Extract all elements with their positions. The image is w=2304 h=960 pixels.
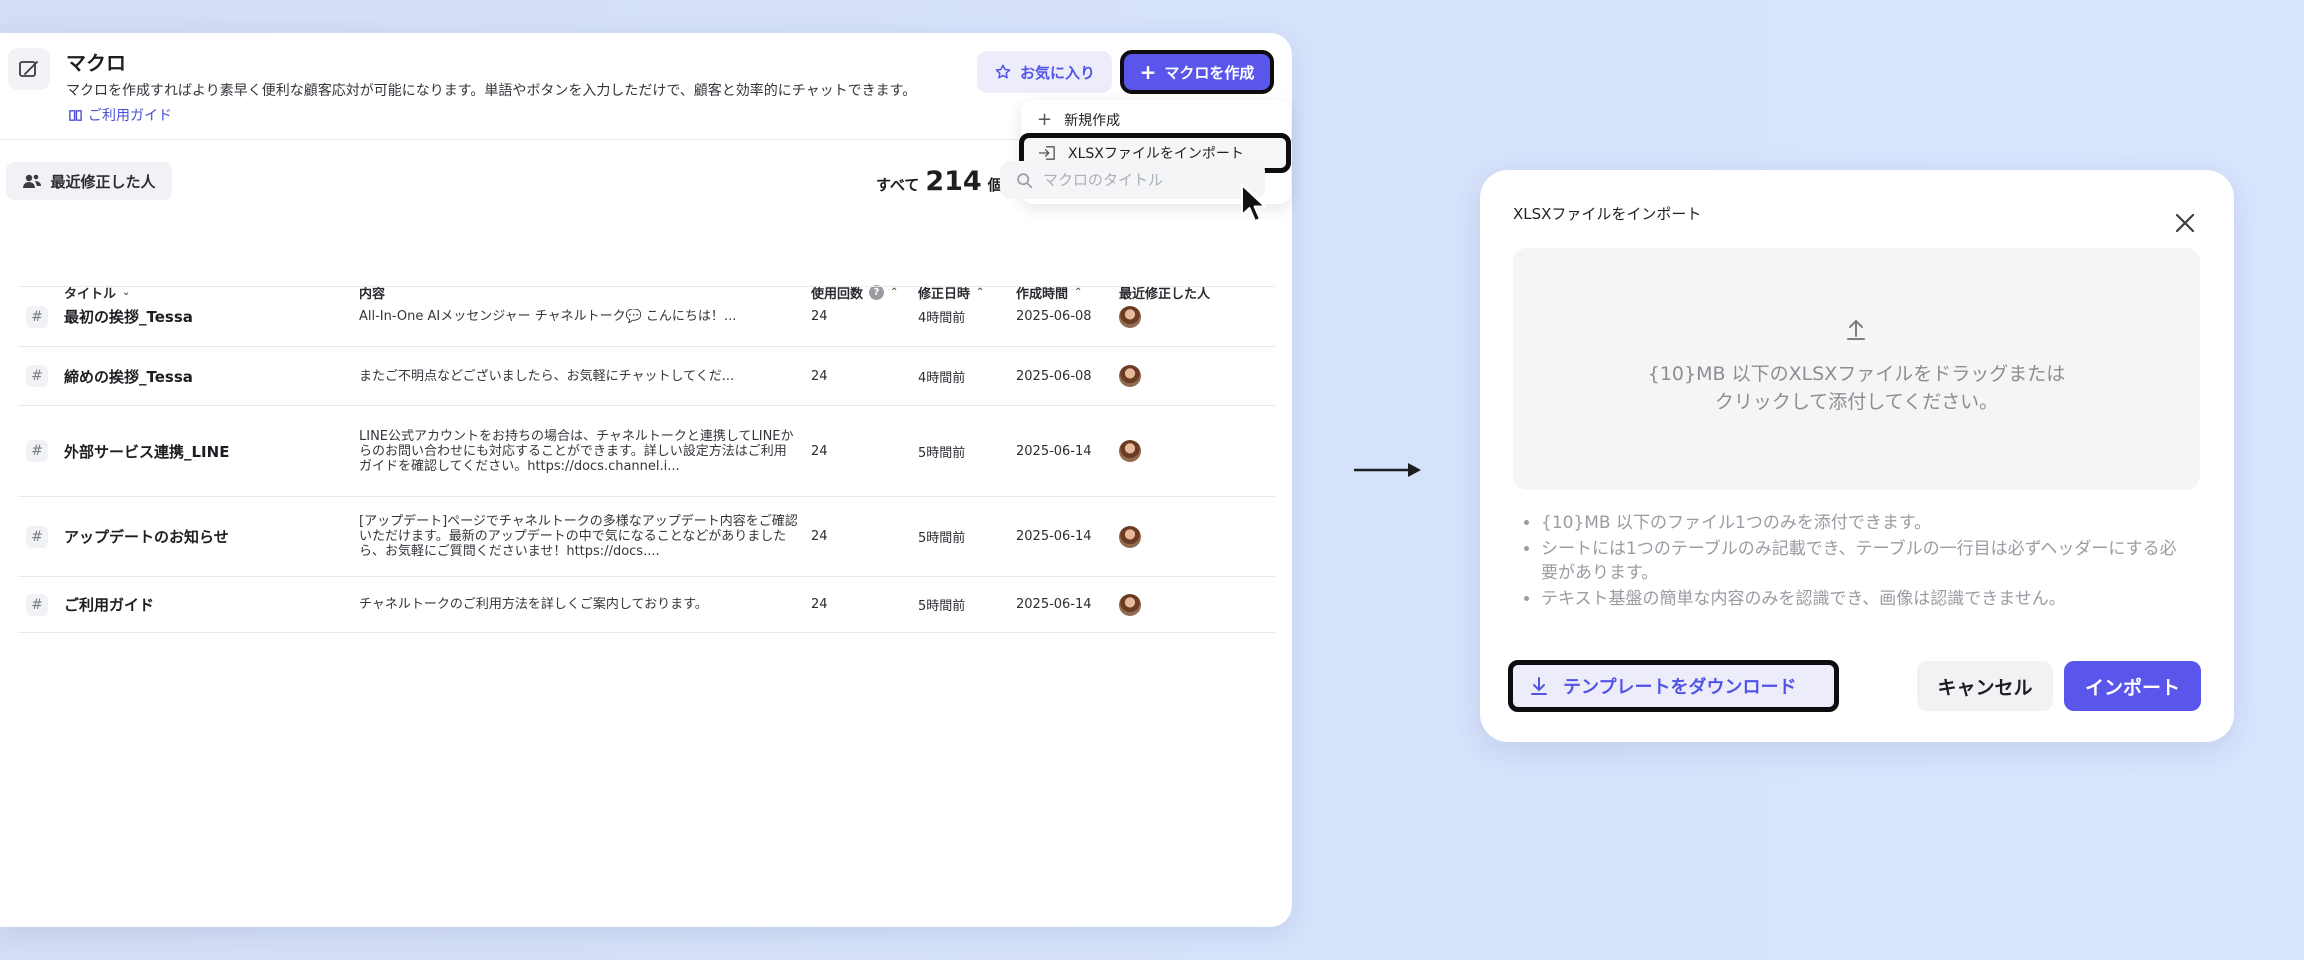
import-button[interactable]: インポート xyxy=(2064,661,2201,711)
macro-uses: 24 xyxy=(811,597,828,612)
macro-icon xyxy=(8,48,50,90)
hash-icon: # xyxy=(26,593,48,616)
menu-item-import-label: XLSXファイルをインポート xyxy=(1068,146,1244,162)
table-row[interactable]: # 締めの挨拶_Tessa またご不明点などございましたら、お気軽にチャットして… xyxy=(0,347,1292,405)
star-icon xyxy=(995,64,1011,79)
page-title: マクロ xyxy=(66,51,126,75)
macro-content-text: またご不明点などございましたら、お気軽にチャットしてくだ... xyxy=(359,368,735,384)
macro-modified: 4時間前 xyxy=(918,370,966,386)
macro-content-text: チャネルトークのご利用方法を詳しくご案内しております。 xyxy=(359,597,708,612)
count-value: 214 xyxy=(925,166,982,197)
table-row[interactable]: # 外部サービス連携_LINE LINE公式アカウントをお持ちの場合は、チャネル… xyxy=(0,406,1292,496)
guide-link[interactable]: ご利用ガイド xyxy=(68,105,172,125)
hash-icon: # xyxy=(26,365,48,387)
macro-uses: 24 xyxy=(811,309,828,324)
hash-icon: # xyxy=(26,525,48,548)
hash-icon: # xyxy=(26,305,48,328)
dialog-title: XLSXファイルをインポート xyxy=(1513,205,1702,223)
macro-content: チャネルトークのご利用方法を詳しくご案内しております。 xyxy=(359,577,799,632)
macro-created: 2025-06-14 xyxy=(1016,597,1092,612)
avatar xyxy=(1119,440,1141,462)
macro-content-text: LINE公式アカウントをお持ちの場合は、チャネルトークと連携してLINEからのお… xyxy=(359,428,794,474)
macro-created: 2025-06-14 xyxy=(1016,443,1092,459)
download-icon xyxy=(1531,677,1547,695)
macro-modified: 4時間前 xyxy=(918,311,966,326)
book-icon xyxy=(69,109,82,121)
note-item: テキスト基盤の簡単な内容のみを認識でき、画像は認識できません。 xyxy=(1541,587,2191,611)
macro-title: アップデートのお知らせ xyxy=(64,528,229,546)
page-description: マクロを作成すればより素早く便利な顧客応対が可能になります。単語やボタンを入力し… xyxy=(66,83,917,99)
macro-title: 締めの挨拶_Tessa xyxy=(64,367,193,386)
macro-content-text: All-In-One AIメッセンジャー チャネルトーク💬 こんにちは！... xyxy=(359,309,737,324)
plus-icon: + xyxy=(1139,60,1157,84)
import-icon xyxy=(1039,146,1055,160)
note-item: シートには1つのテーブルのみ記載でき、テーブルの一行目は必ずヘッダーにする必要が… xyxy=(1541,537,2191,585)
cancel-button[interactable]: キャンセル xyxy=(1917,661,2053,711)
note-item: {10}MB 以下のファイル1つのみを添付できます。 xyxy=(1541,511,2191,535)
favorite-button[interactable]: お気に入り xyxy=(977,51,1112,93)
guide-link-label: ご利用ガイド xyxy=(88,108,172,124)
table-row[interactable]: # ご利用ガイド チャネルトークのご利用方法を詳しくご案内しております。 24 … xyxy=(0,577,1292,632)
macro-title: ご利用ガイド xyxy=(64,596,155,614)
macro-count: すべて 214 個 xyxy=(876,166,1003,197)
recent-filter-label: 最近修正した人 xyxy=(50,172,156,191)
macro-created: 2025-06-08 xyxy=(1016,309,1092,324)
macro-content-text: [アップデート]ページでチャネルトークの多様なアップデート内容をご確認いただけま… xyxy=(359,514,798,559)
macro-panel: マクロ マクロを作成すればより素早く便利な顧客応対が可能になります。単語やボタン… xyxy=(0,33,1292,927)
macro-content: またご不明点などございましたら、お気軽にチャットしてくだ... xyxy=(359,347,799,405)
mouse-cursor-icon xyxy=(1241,184,1266,222)
users-icon xyxy=(23,174,42,188)
row-divider xyxy=(18,632,1275,633)
favorite-label: お気に入り xyxy=(1019,63,1095,82)
dropzone-text: {10}MB 以下のXLSXファイルをドラッグまたは クリックして添付してくださ… xyxy=(1647,363,2066,413)
avatar xyxy=(1119,525,1141,548)
count-prefix: すべて xyxy=(876,176,920,194)
macro-created: 2025-06-14 xyxy=(1016,529,1092,544)
macro-search xyxy=(1000,161,1265,199)
import-notes: {10}MB 以下のファイル1つのみを添付できます。 シートには1つのテーブルの… xyxy=(1541,511,2191,613)
macro-title: 最初の挨拶_Tessa xyxy=(64,308,193,326)
macro-uses: 24 xyxy=(811,529,828,544)
import-dialog: XLSXファイルをインポート {10}MB 以下のXLSXファイルをドラッグまた… xyxy=(1480,170,2234,742)
plus-icon: + xyxy=(1037,109,1053,130)
macro-modified: 5時間前 xyxy=(918,531,966,546)
download-template-label: テンプレートをダウンロード xyxy=(1563,677,1797,698)
table-row[interactable]: # 最初の挨拶_Tessa All-In-One AIメッセンジャー チャネルト… xyxy=(0,287,1292,346)
avatar xyxy=(1119,593,1141,616)
macro-uses: 24 xyxy=(811,368,828,384)
create-macro-label: マクロを作成 xyxy=(1164,63,1255,82)
macro-content: [アップデート]ページでチャネルトークの多様なアップデート内容をご確認いただけま… xyxy=(359,497,799,576)
macro-content: LINE公式アカウントをお持ちの場合は、チャネルトークと連携してLINEからのお… xyxy=(359,406,799,496)
search-input[interactable] xyxy=(1043,171,1243,189)
download-template-highlight: テンプレートをダウンロード xyxy=(1508,660,1839,712)
menu-item-new[interactable]: + 新規作成 xyxy=(1037,106,1120,134)
avatar xyxy=(1119,305,1141,328)
table-row[interactable]: # アップデートのお知らせ [アップデート]ページでチャネルトークの多様なアップ… xyxy=(0,497,1292,576)
upload-icon xyxy=(1847,319,1865,340)
macro-content: All-In-One AIメッセンジャー チャネルトーク💬 こんにちは！... xyxy=(359,287,799,346)
file-dropzone[interactable]: {10}MB 以下のXLSXファイルをドラッグまたは クリックして添付してくださ… xyxy=(1513,248,2200,490)
macro-uses: 24 xyxy=(811,443,828,459)
macro-modified: 5時間前 xyxy=(918,445,966,461)
download-template-button[interactable]: テンプレートをダウンロード xyxy=(1513,665,1834,707)
hash-icon: # xyxy=(26,440,48,462)
create-macro-button[interactable]: + マクロを作成 xyxy=(1124,54,1270,90)
right-arrow-icon xyxy=(1354,463,1421,477)
menu-item-new-label: 新規作成 xyxy=(1064,113,1121,129)
search-icon xyxy=(1017,172,1033,188)
avatar xyxy=(1119,365,1141,387)
macro-title: 外部サービス連携_LINE xyxy=(64,442,230,461)
macro-modified: 5時間前 xyxy=(918,599,966,614)
create-macro-highlight: + マクロを作成 xyxy=(1120,50,1274,94)
macro-created: 2025-06-08 xyxy=(1016,368,1092,384)
recent-modifier-filter[interactable]: 最近修正した人 xyxy=(6,162,172,200)
close-icon[interactable] xyxy=(2172,210,2198,236)
